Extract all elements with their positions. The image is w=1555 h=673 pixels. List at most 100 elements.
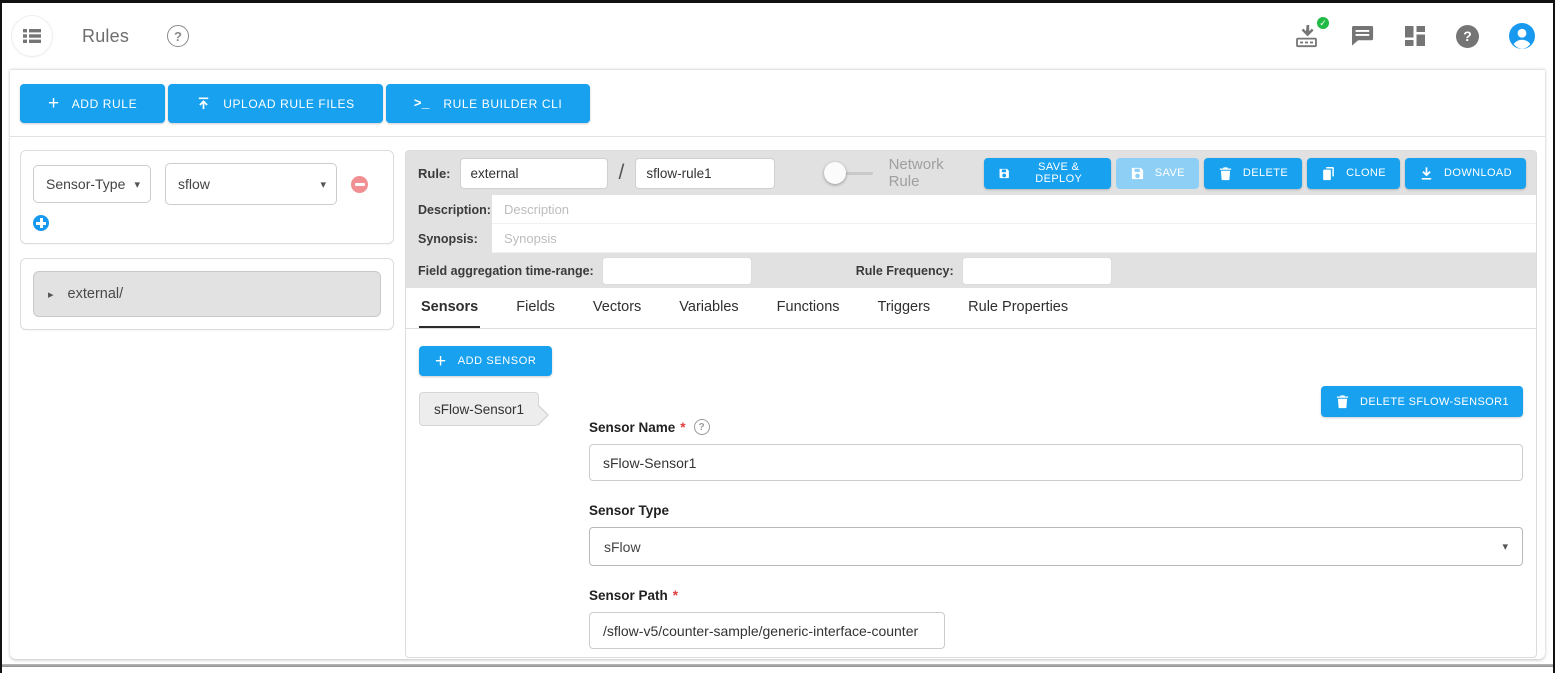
synopsis-label: Synopsis:	[406, 224, 492, 253]
add-rule-button[interactable]: + ADD RULE	[20, 84, 165, 123]
clone-button[interactable]: CLONE	[1307, 158, 1400, 189]
field-aggregation-input[interactable]	[602, 257, 752, 285]
tab-rule-properties[interactable]: Rule Properties	[966, 288, 1070, 328]
sensor-list: sFlow-Sensor1	[419, 386, 564, 649]
topic-node-label: external/	[68, 286, 124, 302]
help-button[interactable]: ?	[1456, 25, 1479, 48]
upload-rule-files-button[interactable]: UPLOAD RULE FILES	[168, 84, 383, 123]
app-header: Rules ? ✓	[2, 3, 1553, 69]
sensor-name-help-icon[interactable]: ?	[694, 419, 710, 435]
toggle-knob	[824, 162, 846, 184]
filter-field-select[interactable]: Sensor-Type ▾	[33, 165, 151, 203]
download-button[interactable]: DOWNLOAD	[1405, 158, 1526, 189]
topic-name-input[interactable]	[460, 158, 608, 189]
rule-label: Rule:	[418, 166, 451, 181]
network-rule-label: Network Rule	[889, 156, 976, 190]
add-sensor-button[interactable]: + ADD SENSOR	[419, 346, 552, 376]
sensor-type-value: sFlow	[604, 539, 641, 555]
filter-value-text: sflow	[178, 176, 210, 192]
filter-card: Sensor-Type ▾ sflow ▾	[20, 150, 394, 244]
delete-button[interactable]: DELETE	[1204, 158, 1302, 189]
sensor-path-label-row: Sensor Path *	[589, 588, 1523, 603]
save-deploy-label: SAVE & DEPLOY	[1021, 161, 1097, 185]
clone-icon	[1321, 166, 1336, 181]
rule-frequency-input[interactable]	[962, 257, 1112, 285]
rule-builder-cli-button[interactable]: >_ RULE BUILDER CLI	[386, 84, 591, 123]
add-rule-label: ADD RULE	[72, 97, 137, 111]
chat-icon	[1351, 25, 1374, 47]
topic-node-external[interactable]: ▸ external/	[33, 271, 381, 317]
tab-fields[interactable]: Fields	[514, 288, 557, 328]
tab-vectors[interactable]: Vectors	[591, 288, 643, 328]
main-card: + ADD RULE UPLOAD RULE FILES >_ RULE BUI…	[10, 69, 1545, 659]
sensor-name-input[interactable]	[589, 444, 1523, 481]
tab-variables[interactable]: Variables	[677, 288, 740, 328]
sensor-type-label: Sensor Type	[589, 503, 669, 518]
device-install-button[interactable]: ✓	[1295, 24, 1321, 48]
sensor-type-select[interactable]: sFlow ▾	[589, 527, 1523, 566]
download-label: DOWNLOAD	[1444, 167, 1512, 179]
apps-button[interactable]	[1404, 25, 1426, 47]
save-label: SAVE	[1155, 167, 1185, 179]
synopsis-row: Synopsis:	[406, 224, 1536, 253]
page-help-icon[interactable]: ?	[167, 25, 189, 47]
rule-frequency-label: Rule Frequency:	[856, 264, 954, 278]
sensor-path-input[interactable]	[589, 612, 945, 649]
sensor-name-label: Sensor Name	[589, 420, 675, 435]
dashboard-grid-icon	[1404, 25, 1426, 47]
delete-label: DELETE	[1243, 167, 1288, 179]
rule-tabs: Sensors Fields Vectors Variables Functio…	[406, 288, 1536, 329]
list-icon	[23, 29, 41, 43]
rule-editor-panel: Rule: / Network Rule SAVE & DEPLOY	[405, 150, 1537, 658]
save-icon	[998, 166, 1010, 181]
page-title: Rules	[82, 26, 129, 47]
tab-sensors[interactable]: Sensors	[419, 288, 480, 328]
filter-value-select[interactable]: sflow ▾	[165, 163, 337, 205]
success-badge-icon: ✓	[1315, 15, 1331, 31]
account-button[interactable]	[1509, 23, 1535, 49]
chevron-down-icon: ▾	[320, 178, 326, 191]
rule-header: Rule: / Network Rule SAVE & DEPLOY	[406, 151, 1536, 195]
sensor-form: DELETE SFLOW-SENSOR1 Sensor Name * ? Sen…	[564, 386, 1523, 649]
rule-actions: SAVE & DEPLOY SAVE DELETE CLONE	[984, 158, 1526, 189]
upload-icon	[196, 96, 211, 111]
aggregation-row: Field aggregation time-range: Rule Frequ…	[406, 253, 1536, 288]
toggle-track	[826, 172, 872, 175]
trash-icon	[1218, 166, 1233, 181]
synopsis-input[interactable]	[492, 224, 1536, 253]
feedback-button[interactable]	[1351, 25, 1374, 47]
download-icon	[1419, 166, 1434, 181]
topics-card: ▸ external/	[20, 258, 394, 330]
description-label: Description:	[406, 195, 492, 224]
network-rule-toggle[interactable]: Network Rule	[826, 156, 975, 190]
add-filter-icon[interactable]	[33, 215, 49, 231]
user-avatar-icon	[1509, 23, 1535, 49]
sensor-layout: sFlow-Sensor1 DELETE SFLOW-SENSOR1 Senso…	[419, 386, 1523, 649]
tab-functions[interactable]: Functions	[775, 288, 842, 328]
required-asterisk: *	[673, 588, 678, 603]
page-bottom-divider	[2, 664, 1553, 667]
trash-icon	[1335, 394, 1350, 409]
tab-triggers[interactable]: Triggers	[876, 288, 933, 328]
save-deploy-button[interactable]: SAVE & DEPLOY	[984, 158, 1110, 189]
description-input[interactable]	[492, 195, 1536, 224]
sensor-list-item[interactable]: sFlow-Sensor1	[419, 392, 539, 426]
add-sensor-label: ADD SENSOR	[458, 355, 537, 367]
rule-name-input[interactable]	[635, 158, 775, 189]
sensor-path-label: Sensor Path	[589, 588, 668, 603]
plus-icon: +	[48, 94, 60, 113]
chevron-down-icon: ▾	[134, 178, 140, 191]
menu-button[interactable]	[12, 16, 52, 56]
delete-sensor-button[interactable]: DELETE SFLOW-SENSOR1	[1321, 386, 1523, 417]
sensor-name-label-row: Sensor Name * ?	[589, 419, 1523, 435]
delete-sensor-label: DELETE SFLOW-SENSOR1	[1360, 396, 1509, 408]
sensor-type-label-row: Sensor Type	[589, 503, 1523, 518]
remove-filter-icon[interactable]	[351, 176, 368, 193]
rules-toolbar: + ADD RULE UPLOAD RULE FILES >_ RULE BUI…	[10, 70, 1545, 137]
save-button[interactable]: SAVE	[1116, 158, 1199, 189]
description-row: Description:	[406, 195, 1536, 224]
save-icon	[1130, 166, 1145, 181]
chevron-down-icon: ▾	[1502, 540, 1508, 553]
terminal-icon: >_	[414, 96, 430, 111]
header-actions: ✓ ?	[1295, 23, 1535, 49]
